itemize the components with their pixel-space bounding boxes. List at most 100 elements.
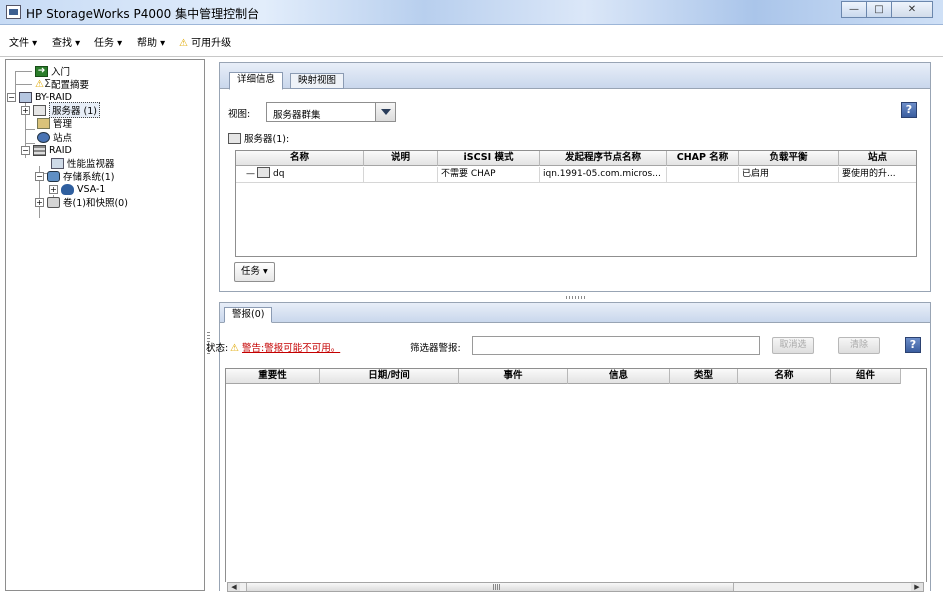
server-chap-name (667, 167, 739, 183)
globe-icon (37, 131, 50, 143)
column-header-datetime[interactable]: 日期/时间 (320, 369, 459, 384)
deselect-button[interactable]: 取消选 (772, 337, 814, 354)
tree-item-volumes[interactable]: + 卷(1)和快照(0) (35, 196, 128, 209)
server-name-cell: — dq (236, 167, 364, 183)
app-icon (6, 5, 21, 19)
menu-help[interactable]: 帮助 ▾ (137, 34, 165, 49)
tree-branch-icon: — (246, 169, 255, 179)
alarm-warning-link[interactable]: 警告:警报可能不可用。 (242, 343, 340, 354)
server-name: dq (273, 169, 285, 179)
server-description (364, 167, 438, 183)
column-header-description[interactable]: 说明 (364, 151, 438, 166)
tree-item-label: VSA-1 (77, 183, 106, 195)
alarm-status: ⚠ 警告:警报可能不可用。 (230, 340, 340, 354)
maximize-button[interactable]: □ (866, 1, 892, 18)
tree-item-performance-monitor[interactable]: 性能监视器 (51, 157, 115, 170)
scroll-left-icon[interactable]: ◀ (228, 583, 240, 591)
table-row[interactable]: — dq 不需要 CHAP iqn.1991-05.com.micros... 已… (236, 167, 916, 183)
tasks-button[interactable]: 任务 ▾ (234, 262, 275, 282)
collapse-icon[interactable]: − (7, 92, 16, 102)
server-iscsi-mode: 不需要 CHAP (438, 167, 540, 183)
chevron-down-icon[interactable] (375, 103, 395, 121)
column-header-iscsi-mode[interactable]: iSCSI 模式 (438, 151, 540, 166)
menu-upgrades[interactable]: ⚠ 可用升级 (179, 34, 231, 49)
tab-map-view[interactable]: 映射视图 (290, 73, 345, 89)
column-header-type[interactable]: 类型 (670, 369, 738, 384)
performance-monitor-icon (51, 157, 64, 169)
arrow-right-icon: ➜ (35, 65, 48, 77)
servers-count-label: 服务器(1): (228, 131, 289, 145)
grip-icon (493, 584, 501, 590)
tree-item-config-summary[interactable]: ⚠Σ 配置摘要 (35, 78, 90, 92)
column-header-name[interactable]: 名称 (738, 369, 831, 384)
menu-upgrades-label: 可用升级 (191, 38, 232, 49)
servers-label-text: 服务器(1): (244, 134, 290, 145)
column-header-severity[interactable]: 重要性 (226, 369, 320, 384)
tree-item-sites[interactable]: 站点 (37, 131, 73, 144)
expand-icon[interactable]: + (21, 105, 30, 115)
column-header-event[interactable]: 事件 (459, 369, 568, 384)
filter-alarms-input[interactable] (472, 336, 760, 355)
close-button[interactable]: ✕ (891, 1, 933, 18)
tree-line (15, 71, 32, 72)
help-icon[interactable]: ? (901, 102, 917, 118)
scroll-right-icon[interactable]: ▶ (911, 583, 923, 591)
menu-file[interactable]: 文件 ▾ (9, 34, 37, 49)
expand-icon[interactable]: + (49, 184, 58, 194)
tree-item-vsa[interactable]: + VSA-1 (49, 183, 105, 195)
menu-find[interactable]: 查找 ▾ (52, 34, 80, 49)
storage-node-icon (61, 183, 74, 195)
tree-item-administration[interactable]: 管理 (37, 117, 73, 130)
tree-line (25, 129, 35, 130)
alarms-table: 重要性 日期/时间 事件 信息 类型 名称 组件 (225, 368, 927, 582)
title-bar: HP StorageWorks P4000 集中管理控制台 — □ ✕ (0, 0, 943, 25)
horizontal-splitter[interactable] (566, 296, 586, 299)
tree-item-getting-started[interactable]: ➜ 入门 (35, 65, 71, 78)
tree-item-label: 站点 (53, 133, 73, 144)
tree-item-cluster[interactable]: − RAID (21, 144, 72, 156)
column-header-name[interactable]: 名称 (236, 151, 364, 166)
minimize-button[interactable]: — (841, 1, 867, 18)
column-header-component[interactable]: 组件 (831, 369, 901, 384)
column-header-site[interactable]: 站点 (839, 151, 916, 166)
tree-item-label: 管理 (53, 119, 73, 130)
column-header-initiator[interactable]: 发起程序节点名称 (540, 151, 667, 166)
column-header-load-balancing[interactable]: 负载平衡 (739, 151, 839, 166)
tree-item-storage-systems[interactable]: − 存储系统(1) (35, 170, 114, 183)
filter-label: 筛选器警报: (410, 343, 461, 354)
scrollbar-thumb[interactable] (246, 583, 734, 591)
warning-icon: ⚠ (35, 78, 44, 90)
administration-icon (37, 117, 50, 129)
column-header-chap-name[interactable]: CHAP 名称 (667, 151, 739, 166)
tree-item-label: 性能监视器 (67, 159, 115, 170)
details-tab-strip: 详细信息 映射视图 (220, 63, 930, 90)
tab-details[interactable]: 详细信息 (229, 72, 284, 90)
collapse-icon[interactable]: − (35, 171, 44, 181)
tree-item-label: BY-RAID (35, 91, 72, 103)
tree-item-label: 入门 (51, 67, 71, 78)
window-title: HP StorageWorks P4000 集中管理控制台 (26, 7, 260, 21)
menu-tasks[interactable]: 任务 ▾ (94, 34, 122, 49)
view-select-value: 服务器群集 (273, 110, 321, 121)
tree-item-label: 卷(1)和快照(0) (63, 198, 128, 209)
column-header-message[interactable]: 信息 (568, 369, 670, 384)
help-icon[interactable]: ? (905, 337, 921, 353)
tab-alarms[interactable]: 警报(0) (224, 307, 273, 323)
navigation-tree: ➜ 入门 ⚠Σ 配置摘要 − BY-RAID + 服务器 (1) 管理 站点 −… (5, 59, 205, 591)
view-select[interactable]: 服务器群集 (266, 102, 396, 122)
alarm-status-label: 状态: (206, 343, 229, 354)
servers-table-header: 名称 说明 iSCSI 模式 发起程序节点名称 CHAP 名称 负载平衡 站点 (236, 151, 916, 166)
view-label: 视图: (228, 109, 251, 120)
tree-item-servers[interactable]: + 服务器 (1) (21, 102, 100, 118)
tree-item-label: 配置摘要 (51, 80, 90, 91)
collapse-icon[interactable]: − (21, 145, 30, 155)
expand-icon[interactable]: + (35, 197, 44, 207)
server-icon (33, 104, 46, 116)
management-group-icon (19, 91, 32, 103)
cluster-icon (33, 144, 46, 156)
tree-item-label: RAID (49, 144, 72, 156)
details-panel: 详细信息 映射视图 视图: 服务器群集 ? 服务器(1): 名称 说明 iSCS… (219, 62, 931, 292)
volume-icon (47, 196, 60, 208)
alarms-tab-strip: 警报(0) (220, 303, 930, 323)
clear-button[interactable]: 清除 (838, 337, 880, 354)
